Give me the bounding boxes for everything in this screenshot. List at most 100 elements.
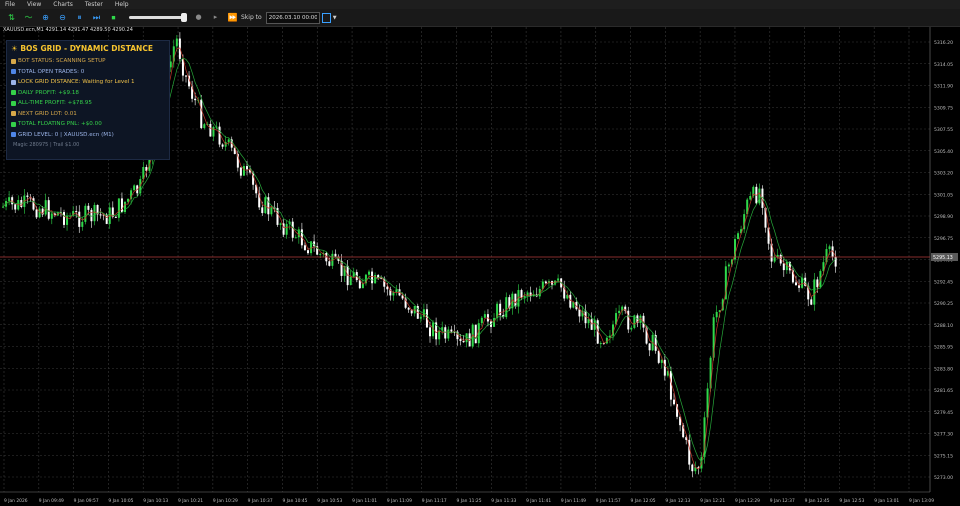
candle-body (84, 205, 87, 222)
y-tick-label: 5281.65 (934, 388, 953, 394)
candle-body (285, 223, 288, 235)
candle-body (334, 253, 337, 257)
chart-line-icon[interactable]: 〜 (23, 12, 34, 23)
menu-help[interactable]: Help (115, 0, 129, 9)
y-tick-label: 5303.20 (934, 171, 953, 177)
candle-body (578, 309, 581, 317)
panel-row-text: ALL-TIME PROFIT: +$78.95 (18, 100, 92, 106)
candle-body (307, 250, 309, 254)
candle-body (239, 167, 242, 176)
candle-body (523, 296, 526, 298)
candle-body (474, 324, 477, 344)
x-tick-label: 9 Jan 11:57 (596, 498, 621, 504)
candle-body (749, 195, 752, 200)
x-tick-label: 9 Jan 12:05 (631, 498, 656, 504)
candle-body (801, 277, 804, 288)
candle-body (810, 299, 813, 305)
candle-body (407, 307, 410, 310)
forward-icon[interactable]: ▸ (210, 12, 221, 23)
y-tick-label: 5311.90 (934, 84, 953, 90)
candle-body (557, 278, 560, 281)
x-tick-label: 9 Jan 12:21 (700, 498, 725, 504)
y-tick-label: 5285.95 (934, 345, 953, 351)
candle-body (218, 126, 221, 145)
candle-body (124, 201, 126, 213)
step-icon[interactable]: ⏭ (91, 12, 102, 23)
candle-body (8, 197, 11, 202)
y-tick-label: 5273.00 (934, 475, 953, 481)
candle-body (392, 292, 395, 296)
panel-row-text: TOTAL OPEN TRADES: 0 (18, 68, 85, 75)
candle-body (477, 323, 480, 344)
y-tick-label: 5296.75 (934, 236, 953, 242)
skip-to-date-input[interactable] (265, 11, 320, 24)
candle-body (349, 276, 352, 286)
x-tick-label: 9 Jan 12:29 (735, 498, 760, 504)
candle-body (221, 144, 224, 147)
candle-body (105, 214, 108, 224)
y-tick-label: 5288.10 (934, 323, 953, 329)
candle-body (782, 263, 785, 271)
candle-body (438, 330, 441, 340)
menu-charts[interactable]: Charts (53, 0, 73, 9)
record-icon[interactable]: ● (193, 12, 204, 23)
menu-tester[interactable]: Tester (85, 0, 103, 9)
panel-row: LOCK GRID DISTANCE: Waiting for Level 1 (11, 79, 135, 85)
status-icon (11, 121, 16, 127)
candle-body (429, 327, 431, 337)
y-tick-label: 5307.55 (934, 127, 953, 133)
candle-body (386, 286, 389, 290)
stop-icon[interactable]: ⏹ (108, 12, 119, 23)
candle-body (483, 314, 486, 318)
candle-body (691, 464, 694, 472)
candle-body (63, 212, 65, 225)
candle-body (175, 38, 178, 47)
y-tick-label: 5292.45 (934, 279, 953, 285)
x-tick-label: 9 Jan 13:09 (909, 498, 934, 504)
x-tick-label: 9 Jan 12:37 (770, 498, 795, 504)
status-icon (11, 111, 16, 116)
speed-slider-knob[interactable] (181, 13, 187, 22)
candle-body (200, 99, 203, 129)
speed-slider[interactable] (129, 13, 187, 22)
sun-icon: ☀ (11, 44, 21, 53)
chevron-down-icon[interactable]: ▼ (333, 15, 337, 21)
x-tick-label: 9 Jan 10:29 (213, 498, 238, 504)
candle-body (47, 200, 50, 219)
zoom-in-icon[interactable]: ⊕ (40, 12, 51, 23)
candle-body (544, 281, 547, 284)
candle-body (395, 289, 398, 293)
candle-body (569, 294, 572, 308)
candle-body (715, 311, 718, 318)
pause-icon[interactable]: ⏸ (74, 12, 85, 23)
ea-dashboard-panel: ☀ BOS GRID - DYNAMIC DISTANCE BOT STATUS… (6, 40, 170, 160)
x-tick-label: 9 Jan 11:41 (526, 498, 551, 504)
menu-view[interactable]: View (27, 0, 41, 9)
candle-body (828, 246, 831, 250)
chart-area[interactable]: 5316.20 5314.05 5311.90 5309.75 5307.55 5305.… (0, 27, 960, 506)
x-tick-label: 9 Jan 11:17 (422, 498, 447, 504)
candle-body (127, 198, 130, 202)
candle-body (75, 211, 78, 213)
menu-file[interactable]: File (5, 0, 15, 9)
x-tick-label: 9 Jan 2026 (4, 498, 28, 504)
candle-body (14, 204, 17, 210)
panel-title: ☀ BOS GRID - DYNAMIC DISTANCE (11, 44, 153, 53)
panel-row-text: DAILY PROFIT: +$9.18 (18, 89, 79, 96)
panel-row: DAILY PROFIT: +$9.18 (11, 90, 79, 96)
calendar-icon[interactable] (321, 12, 331, 23)
x-tick-label: 9 Jan 10:13 (143, 498, 168, 504)
candle-body (81, 221, 84, 227)
panel-row-text: TOTAL FLOATING PNL: +$0.00 (18, 121, 102, 127)
skip-to-icon[interactable]: ⏩ (227, 12, 238, 23)
candle-body (114, 216, 117, 218)
candle-body (87, 205, 90, 210)
y-tick-label: 5305.40 (934, 149, 953, 155)
candle-body (834, 256, 837, 267)
candle-body (520, 290, 523, 298)
zoom-out-icon[interactable]: ⊖ (57, 12, 68, 23)
y-tick-label: 5316.20 (934, 40, 953, 46)
panel-row: NEXT GRID LOT: 0.01 (11, 111, 77, 117)
indicators-icon[interactable]: ⇅ (6, 12, 17, 23)
y-tick-label: 5298.90 (934, 214, 953, 220)
